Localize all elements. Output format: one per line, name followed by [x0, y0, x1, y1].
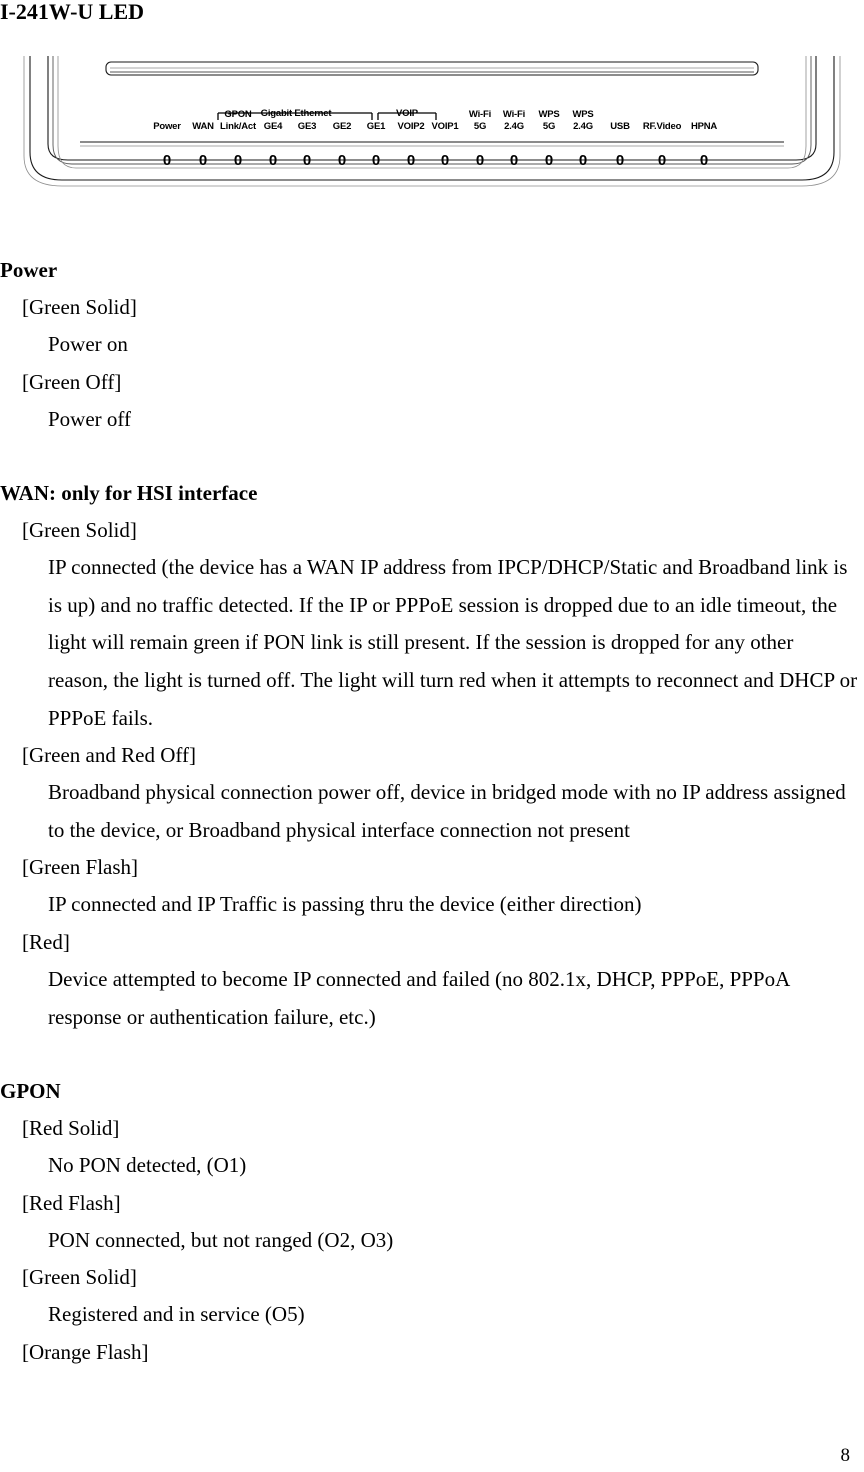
section-heading: Power — [0, 258, 58, 282]
svg-text:2.4G: 2.4G — [573, 121, 593, 132]
svg-text:HPNA: HPNA — [691, 121, 717, 132]
section-gpon: GPON [Red Solid] No PON detected, (O1) [… — [0, 1073, 864, 1371]
device-front-panel-figure: Gigabit Ethernet VOIP Power WAN GPON Link… — [22, 56, 842, 188]
section-heading: GPON — [0, 1079, 61, 1104]
svg-text:USB: USB — [610, 121, 630, 132]
svg-text:5G: 5G — [543, 121, 555, 132]
svg-text:0: 0 — [234, 152, 242, 169]
page-number: 8 — [840, 1445, 851, 1466]
svg-text:Gigabit Ethernet: Gigabit Ethernet — [261, 108, 333, 119]
svg-text:WAN: WAN — [192, 121, 214, 132]
led-definitions-body: Power [Green Solid] Power on [Green Off]… — [0, 252, 864, 1371]
svg-text:0: 0 — [510, 152, 518, 169]
led-state-description: Device attempted to become IP connected … — [48, 966, 790, 1029]
svg-text:0: 0 — [441, 152, 449, 169]
svg-text:0: 0 — [476, 152, 484, 169]
led-state-label: [Green Solid] — [22, 295, 137, 319]
led-state-description: Broadband physical connection power off,… — [48, 780, 846, 842]
svg-text:0: 0 — [303, 152, 311, 169]
led-state-label: [Green Solid] — [22, 518, 137, 543]
svg-text:VOIP1: VOIP1 — [432, 121, 460, 132]
led-state-label: [Green Solid] — [22, 1265, 137, 1290]
svg-text:Wi-Fi: Wi-Fi — [469, 109, 491, 120]
led-state-label: [Green Flash] — [22, 855, 139, 880]
led-state-label: [Orange Flash] — [22, 1339, 149, 1364]
svg-text:0: 0 — [199, 152, 207, 169]
svg-text:0: 0 — [579, 152, 587, 169]
svg-text:GE2: GE2 — [333, 121, 351, 132]
led-state-description: No PON detected, (O1) — [48, 1153, 247, 1178]
svg-text:GE4: GE4 — [264, 121, 283, 132]
svg-text:0: 0 — [163, 152, 171, 169]
svg-text:GE3: GE3 — [298, 121, 316, 132]
led-state-label: [Red Flash] — [22, 1190, 121, 1215]
svg-text:5G: 5G — [474, 121, 486, 132]
svg-text:GE1: GE1 — [367, 121, 386, 132]
led-state-description: Power on — [48, 332, 128, 356]
led-state-description: IP connected (the device has a WAN IP ad… — [48, 555, 858, 730]
led-state-description: IP connected and IP Traffic is passing t… — [48, 892, 642, 917]
svg-text:0: 0 — [269, 152, 277, 169]
section-power: Power [Green Solid] Power on [Green Off]… — [0, 252, 864, 438]
svg-text:0: 0 — [338, 152, 346, 169]
led-state-label: [Green and Red Off] — [22, 743, 196, 768]
svg-text:Wi-Fi: Wi-Fi — [503, 109, 525, 120]
led-state-label: [Red] — [22, 929, 70, 954]
svg-text:0: 0 — [545, 152, 553, 169]
svg-text:VOIP: VOIP — [396, 108, 419, 119]
section-wan: WAN: only for HSI interface [Green Solid… — [0, 475, 864, 1036]
svg-text:2.4G: 2.4G — [504, 121, 524, 132]
svg-text:Link/Act: Link/Act — [220, 121, 257, 132]
section-heading: WAN: only for HSI interface — [0, 481, 258, 506]
svg-text:Power: Power — [153, 121, 181, 132]
page-title: I-241W-U LED — [0, 0, 145, 24]
svg-text:VOIP2: VOIP2 — [398, 121, 425, 132]
svg-text:0: 0 — [372, 152, 380, 169]
svg-text:0: 0 — [658, 152, 666, 169]
led-state-description: Power off — [48, 406, 132, 431]
svg-text:0: 0 — [700, 152, 708, 169]
svg-text:0: 0 — [407, 152, 415, 169]
led-state-description: Registered and in service (O5) — [48, 1302, 305, 1327]
svg-text:0: 0 — [616, 152, 624, 169]
led-state-label: [Red Solid] — [22, 1116, 120, 1141]
svg-text:RF.Video: RF.Video — [643, 121, 682, 132]
svg-text:WPS: WPS — [572, 109, 593, 120]
svg-text:GPON: GPON — [224, 109, 252, 120]
led-state-description: PON connected, but not ranged (O2, O3) — [48, 1227, 394, 1252]
svg-text:WPS: WPS — [538, 109, 559, 120]
led-state-label: [Green Off] — [22, 369, 122, 394]
